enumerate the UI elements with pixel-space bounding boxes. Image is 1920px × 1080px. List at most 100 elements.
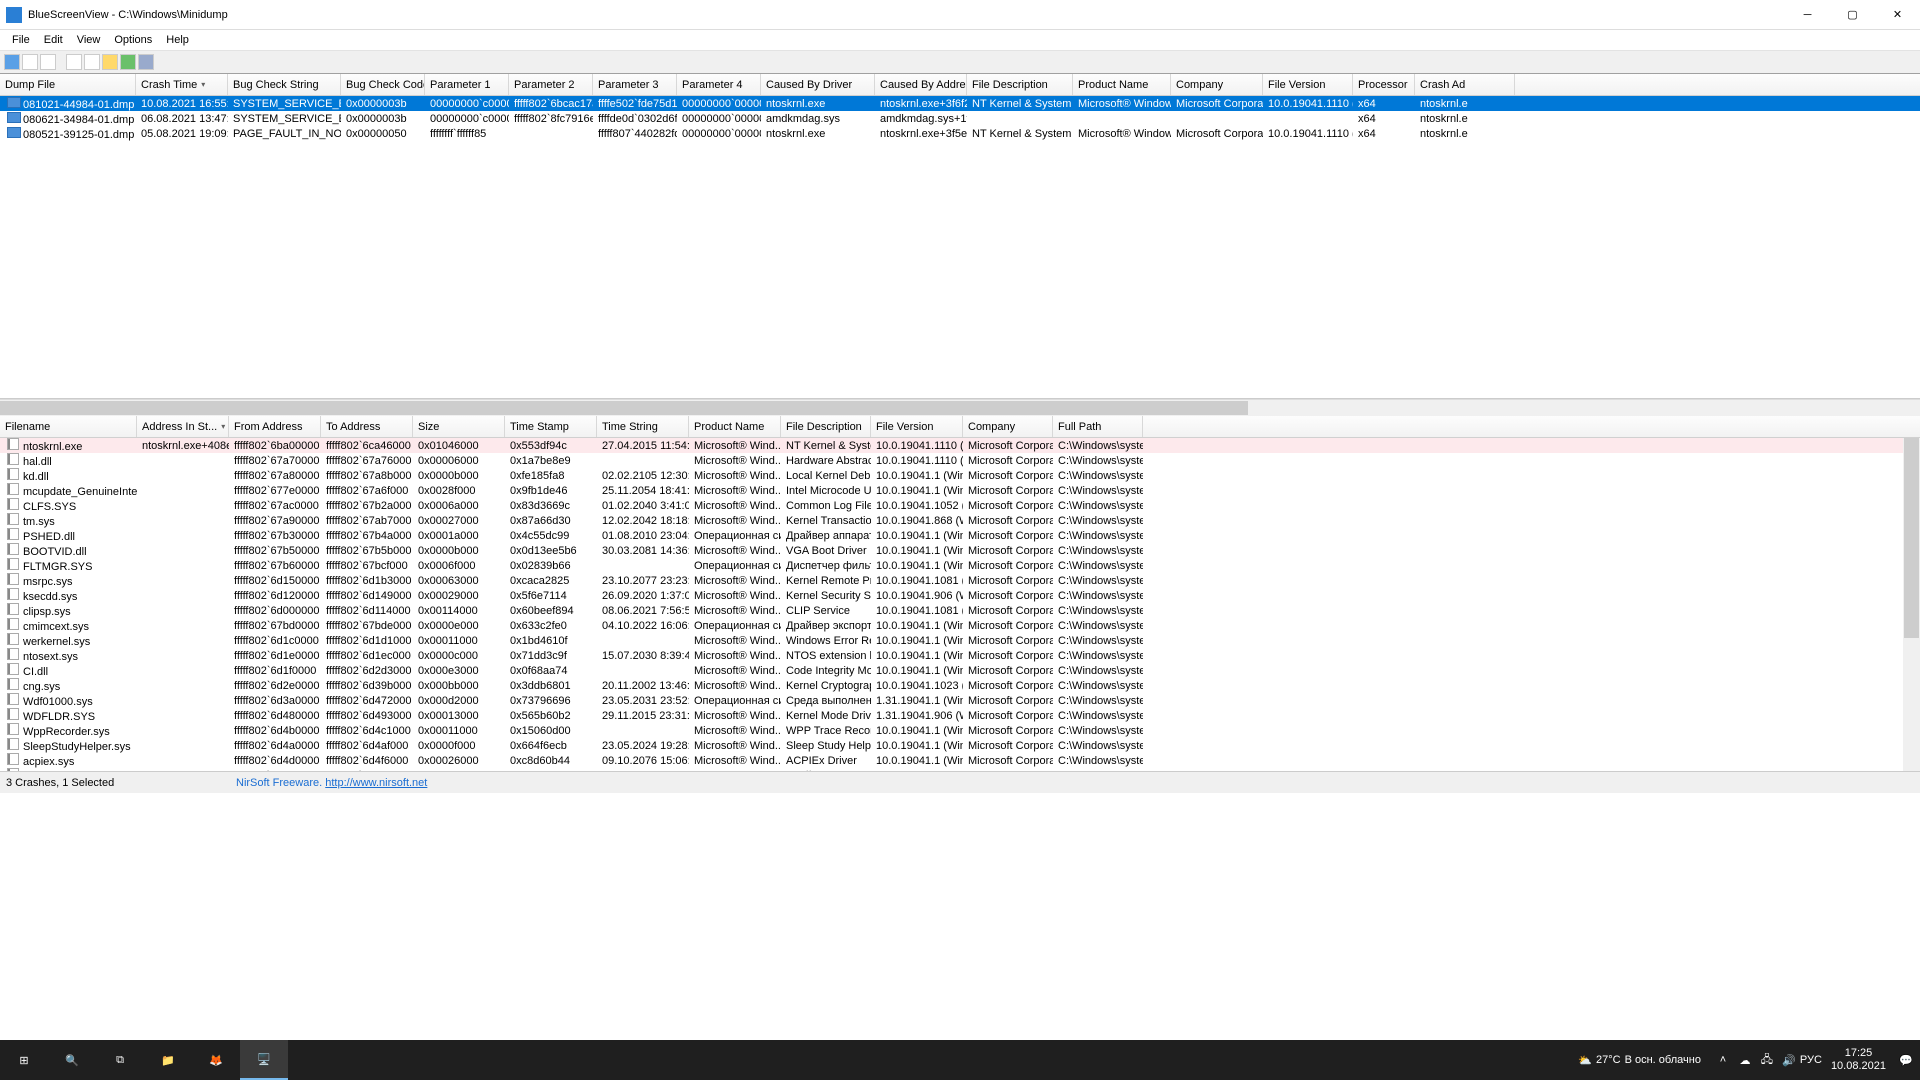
driver-row[interactable]: tm.sysfffff802`67a90000fffff802`67ab7000… [0, 513, 1920, 528]
maximize-button[interactable]: ▢ [1830, 0, 1875, 30]
driver-list-rows[interactable]: ntoskrnl.exentoskrnl.exe+408e69fffff802`… [0, 438, 1920, 771]
refresh-icon[interactable] [120, 54, 136, 70]
column-header[interactable]: Product Name [1073, 74, 1171, 95]
driver-row[interactable]: msrpc.sysfffff802`6d150000fffff802`6d1b3… [0, 573, 1920, 588]
network-icon[interactable]: 🖧 [1759, 1052, 1775, 1068]
driver-row[interactable]: SleepStudyHelper.sysfffff802`6d4a0000fff… [0, 738, 1920, 753]
dump-list-rows[interactable]: 081021-44984-01.dmp10.08.2021 16:55:35SY… [0, 96, 1920, 141]
driver-row[interactable]: acpiex.sysfffff802`6d4d0000fffff802`6d4f… [0, 753, 1920, 768]
column-header[interactable]: To Address [321, 416, 413, 437]
column-header[interactable]: Crash Ad [1415, 74, 1515, 95]
driver-row[interactable]: BOOTVID.dllfffff802`67b50000fffff802`67b… [0, 543, 1920, 558]
menu-help[interactable]: Help [160, 32, 195, 48]
column-header[interactable]: Company [1171, 74, 1263, 95]
column-header[interactable]: Parameter 4 [677, 74, 761, 95]
menu-view[interactable]: View [71, 32, 107, 48]
view-mode-icon[interactable] [138, 54, 154, 70]
driver-row[interactable]: ntoskrnl.exentoskrnl.exe+408e69fffff802`… [0, 438, 1920, 453]
copy-selected-icon[interactable] [84, 54, 100, 70]
menu-options[interactable]: Options [108, 32, 158, 48]
task-view-button[interactable]: ⧉ [96, 1040, 144, 1080]
cell: Wdf01000.sys [0, 693, 137, 708]
driver-row[interactable]: werkernel.sysfffff802`6d1c0000fffff802`6… [0, 633, 1920, 648]
windows-taskbar[interactable]: ⊞ 🔍 ⧉ 📁 🦊 🖥️ ⛅ 27°C В осн. облачно ˄ ☁ 🖧… [0, 1040, 1920, 1080]
driver-row[interactable]: cmimcext.sysfffff802`67bd0000fffff802`67… [0, 618, 1920, 633]
column-header[interactable]: Size [413, 416, 505, 437]
bottom-vertical-scrollbar[interactable] [1903, 438, 1920, 771]
column-header[interactable]: Caused By Driver [761, 74, 875, 95]
column-header[interactable]: Bug Check String [228, 74, 341, 95]
column-header[interactable]: Caused By Address [875, 74, 967, 95]
firefox-button[interactable]: 🦊 [192, 1040, 240, 1080]
column-header[interactable]: Filename [0, 416, 137, 437]
column-header[interactable]: Full Path [1053, 416, 1143, 437]
driver-list-header[interactable]: FilenameAddress In St...From AddressTo A… [0, 416, 1920, 438]
column-header[interactable]: Company [963, 416, 1053, 437]
language-indicator[interactable]: РУС [1803, 1052, 1819, 1068]
tray-chevron-icon[interactable]: ˄ [1715, 1052, 1731, 1068]
column-header[interactable]: Time Stamp [505, 416, 597, 437]
driver-row[interactable]: mssecflt.sysfffff802`6d500000fffff802`6d… [0, 768, 1920, 771]
dump-row[interactable]: 080621-34984-01.dmp06.08.2021 13:47:02SY… [0, 111, 1920, 126]
cell: Microsoft® Wind... [689, 740, 781, 752]
column-header[interactable]: Parameter 2 [509, 74, 593, 95]
options-icon[interactable] [102, 54, 118, 70]
cell: C:\Windows\syste... [1053, 440, 1143, 452]
dump-list-pane[interactable]: Dump FileCrash TimeBug Check StringBug C… [0, 74, 1920, 399]
column-header[interactable]: File Version [871, 416, 963, 437]
properties-icon[interactable] [40, 54, 56, 70]
column-header[interactable]: From Address [229, 416, 321, 437]
driver-row[interactable]: WDFLDR.SYSfffff802`6d480000fffff802`6d49… [0, 708, 1920, 723]
driver-row[interactable]: Wdf01000.sysfffff802`6d3a0000fffff802`6d… [0, 693, 1920, 708]
column-header[interactable]: Crash Time [136, 74, 228, 95]
column-header[interactable]: Address In St... [137, 416, 229, 437]
column-header[interactable]: File Description [781, 416, 871, 437]
copy-icon[interactable] [66, 54, 82, 70]
driver-row[interactable]: PSHED.dllfffff802`67b30000fffff802`67b4a… [0, 528, 1920, 543]
status-credits: NirSoft Freeware. http://www.nirsoft.net [236, 777, 427, 789]
driver-row[interactable]: ksecdd.sysfffff802`6d120000fffff802`6d14… [0, 588, 1920, 603]
driver-row[interactable]: CI.dllfffff802`6d1f0000fffff802`6d2d3000… [0, 663, 1920, 678]
dump-list-header[interactable]: Dump FileCrash TimeBug Check StringBug C… [0, 74, 1920, 96]
nirsoft-link[interactable]: http://www.nirsoft.net [325, 777, 427, 789]
driver-row[interactable]: mcupdate_GenuineIntel.dllfffff802`677e00… [0, 483, 1920, 498]
menu-file[interactable]: File [6, 32, 36, 48]
column-header[interactable]: Time String [597, 416, 689, 437]
driver-row[interactable]: ntosext.sysfffff802`6d1e0000fffff802`6d1… [0, 648, 1920, 663]
menu-edit[interactable]: Edit [38, 32, 69, 48]
driver-row[interactable]: clipsp.sysfffff802`6d000000fffff802`6d11… [0, 603, 1920, 618]
cell: Microsoft Corpora... [963, 680, 1053, 692]
notifications-icon[interactable]: 💬 [1898, 1052, 1914, 1068]
weather-widget[interactable]: ⛅ 27°C В осн. облачно [1578, 1054, 1701, 1067]
volume-icon[interactable]: 🔊 [1781, 1052, 1797, 1068]
bluescreenview-button[interactable]: 🖥️ [240, 1040, 288, 1080]
driver-row[interactable]: WppRecorder.sysfffff802`6d4b0000fffff802… [0, 723, 1920, 738]
onedrive-icon[interactable]: ☁ [1737, 1052, 1753, 1068]
driver-row[interactable]: CLFS.SYSfffff802`67ac0000fffff802`67b2a0… [0, 498, 1920, 513]
minimize-button[interactable]: ─ [1785, 0, 1830, 30]
save-selected-icon[interactable] [22, 54, 38, 70]
driver-row[interactable]: hal.dllfffff802`67a70000fffff802`67a7600… [0, 453, 1920, 468]
start-button[interactable]: ⊞ [0, 1040, 48, 1080]
driver-row[interactable]: FLTMGR.SYSfffff802`67b60000fffff802`67bc… [0, 558, 1920, 573]
cell: 10.0.19041.1 (WinB... [871, 545, 963, 557]
column-header[interactable]: Parameter 1 [425, 74, 509, 95]
column-header[interactable]: File Description [967, 74, 1073, 95]
column-header[interactable]: Processor [1353, 74, 1415, 95]
close-button[interactable]: ✕ [1875, 0, 1920, 30]
top-horizontal-scrollbar[interactable] [0, 399, 1920, 416]
save-icon[interactable] [4, 54, 20, 70]
dump-row[interactable]: 081021-44984-01.dmp10.08.2021 16:55:35SY… [0, 96, 1920, 111]
column-header[interactable]: File Version [1263, 74, 1353, 95]
driver-row[interactable]: cng.sysfffff802`6d2e0000fffff802`6d39b00… [0, 678, 1920, 693]
file-explorer-button[interactable]: 📁 [144, 1040, 192, 1080]
column-header[interactable]: Bug Check Code [341, 74, 425, 95]
column-header[interactable]: Dump File [0, 74, 136, 95]
dump-row[interactable]: 080521-39125-01.dmp05.08.2021 19:09:06PA… [0, 126, 1920, 141]
search-button[interactable]: 🔍 [48, 1040, 96, 1080]
driver-row[interactable]: kd.dllfffff802`67a80000fffff802`67a8b000… [0, 468, 1920, 483]
column-header[interactable]: Product Name [689, 416, 781, 437]
column-header[interactable]: Parameter 3 [593, 74, 677, 95]
clock[interactable]: 17:25 10.08.2021 [1825, 1047, 1892, 1073]
driver-list-pane[interactable]: FilenameAddress In St...From AddressTo A… [0, 416, 1920, 771]
